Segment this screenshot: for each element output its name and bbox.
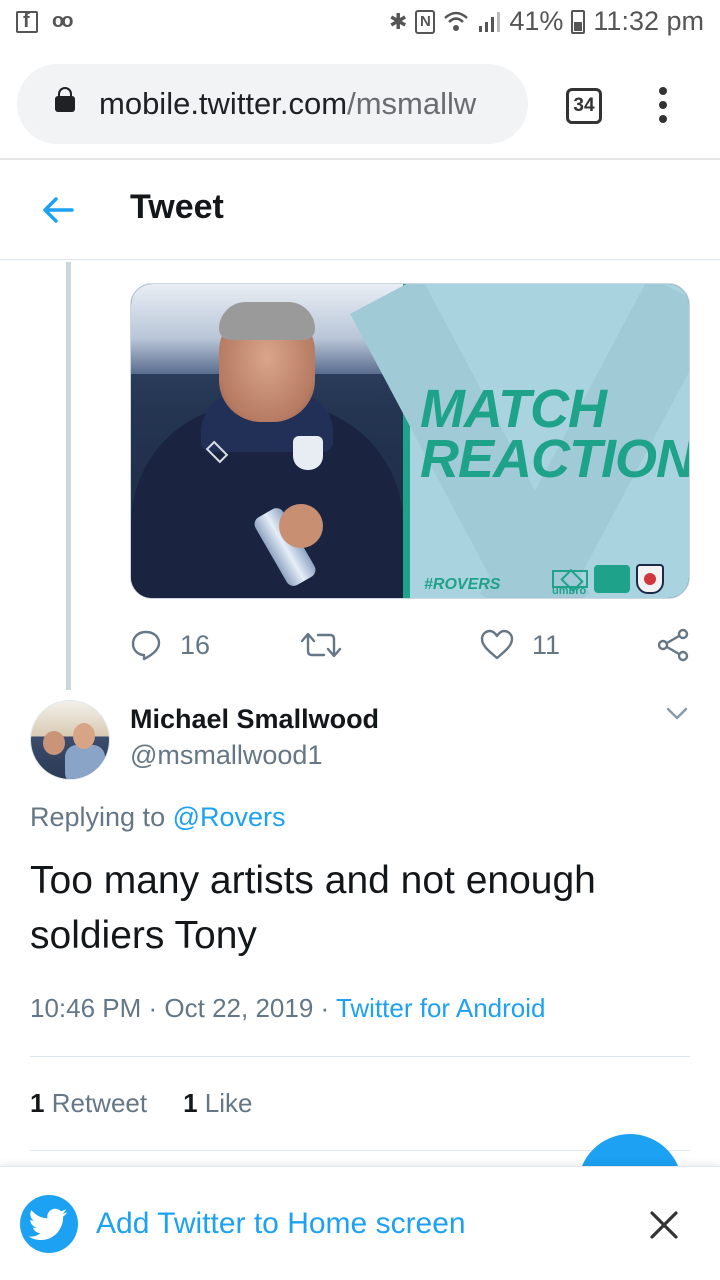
title-line-2: REACTION [420, 429, 690, 489]
author-handle[interactable]: @msmallwood1 [130, 740, 322, 771]
tweet-header: Tweet [0, 160, 720, 260]
avatar[interactable] [30, 700, 110, 780]
bluetooth-icon: ✱ [388, 8, 408, 34]
tweet-text: Too many artists and not enough soldiers… [30, 859, 596, 957]
status-bar: oo ✱ N 41% 11:32 pm [0, 0, 720, 50]
more-vert-icon[interactable] [656, 87, 670, 127]
address-bar[interactable]: mobile.twitter.com/msmallw [17, 64, 528, 144]
lock-icon[interactable] [55, 87, 75, 112]
add-to-home-link[interactable]: Add Twitter to Home screen [96, 1207, 466, 1241]
like-icon [480, 629, 514, 660]
like-button[interactable]: 11 [480, 622, 560, 668]
like-count: 11 [532, 629, 561, 660]
replying-mention-link[interactable]: @Rovers [173, 802, 286, 832]
parent-tweet-actions: 16 11 [130, 622, 690, 668]
status-left: oo [16, 10, 74, 33]
twitter-bird-icon [20, 1195, 78, 1253]
browser-toolbar: mobile.twitter.com/msmallw 34 [0, 50, 720, 160]
battery-percent: 41% [509, 6, 564, 36]
status-right: ✱ N 41% 11:32 pm [389, 6, 704, 37]
retweet-icon [300, 632, 342, 658]
back-arrow-icon[interactable] [38, 190, 78, 230]
umbro-text: umbro [552, 585, 587, 597]
sponsor-10-icon [594, 565, 630, 593]
tweet-time: 10:46 PM [30, 993, 142, 1023]
url-path: /msmallw [347, 86, 477, 121]
rovers-hashtag: #ROVERS [424, 576, 501, 593]
tweet-stats: 1 Retweet 1 Like [30, 1088, 253, 1119]
reply-count: 16 [180, 629, 211, 660]
tweet-source-link[interactable]: Twitter for Android [336, 993, 546, 1023]
facebook-icon [16, 10, 38, 33]
replying-prefix: Replying to [30, 802, 173, 832]
share-button[interactable] [656, 622, 690, 668]
match-reaction-title: MATCH REACTION [420, 379, 690, 489]
page-title: Tweet [130, 188, 224, 226]
wifi-icon [444, 11, 469, 31]
nfc-icon: N [415, 9, 436, 34]
url-text[interactable]: mobile.twitter.com/msmallw [99, 86, 524, 122]
status-time: 11:32 pm [593, 6, 704, 36]
club-crest-icon [293, 436, 323, 470]
likes-stat[interactable]: 1 Like [183, 1088, 252, 1119]
author-name[interactable]: Michael Smallwood [130, 704, 379, 735]
battery-icon [571, 9, 586, 34]
reply-button[interactable]: 16 [130, 622, 210, 668]
replying-to: Replying to @Rovers [30, 802, 286, 833]
divider [30, 1056, 690, 1057]
signal-icon [479, 11, 501, 32]
reply-icon [131, 630, 161, 661]
close-icon[interactable] [648, 1209, 680, 1241]
url-host: mobile.twitter.com [99, 86, 348, 121]
rovers-crest-icon [636, 564, 664, 594]
retweets-stat[interactable]: 1 Retweet [30, 1088, 147, 1119]
tweet-date: Oct 22, 2019 [164, 993, 314, 1023]
media-graphic: MATCH REACTION #ROVERS umbro [350, 284, 690, 598]
chevron-down-icon[interactable] [664, 700, 690, 726]
tweet-meta: 10:46 PM · Oct 22, 2019 · Twitter for An… [30, 993, 546, 1023]
retweet-button[interactable] [300, 622, 342, 668]
thread-connector-line [66, 262, 71, 690]
share-icon [657, 628, 689, 662]
tweet-media-image[interactable]: MATCH REACTION #ROVERS umbro [130, 283, 690, 599]
title-line-1: MATCH [420, 379, 607, 439]
add-to-home-banner: Add Twitter to Home screen [0, 1166, 720, 1280]
voicemail-icon: oo [52, 10, 74, 32]
tab-switcher-button[interactable]: 34 [566, 88, 602, 124]
